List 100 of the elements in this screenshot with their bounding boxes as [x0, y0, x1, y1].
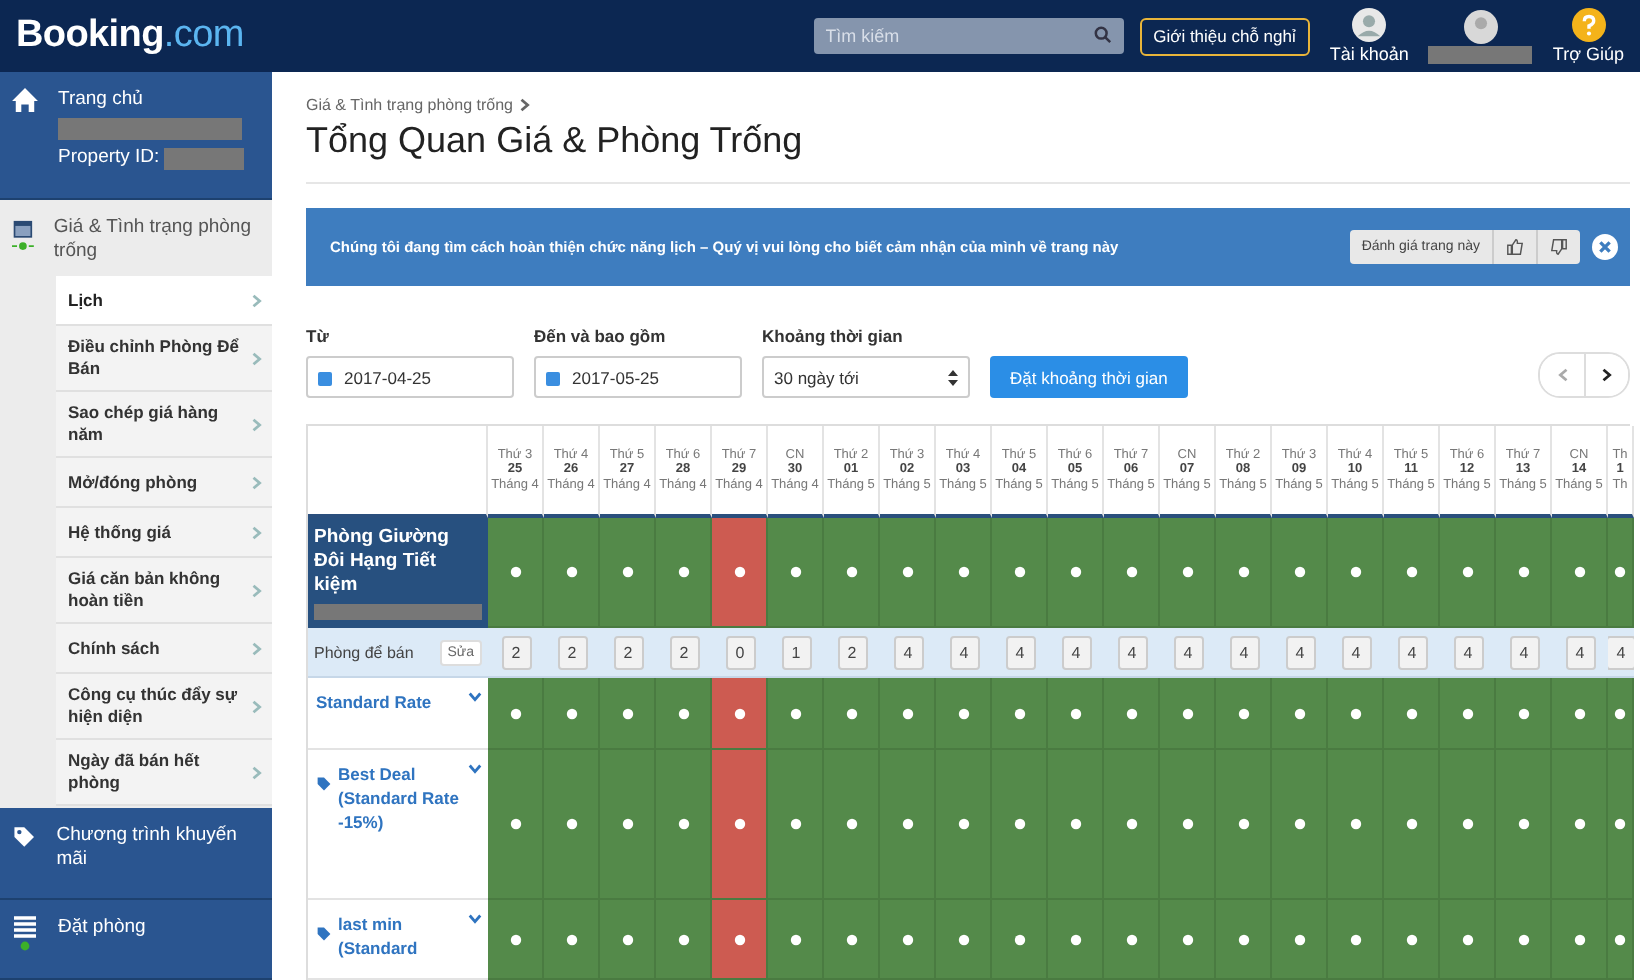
next-button[interactable]	[1584, 354, 1628, 396]
availability-cell[interactable]	[600, 900, 656, 980]
submenu-item[interactable]: Mở/đóng phòng	[56, 458, 272, 508]
rooms-count[interactable]: 2	[557, 635, 587, 669]
availability-cell[interactable]	[1440, 900, 1496, 980]
submenu-item[interactable]: Giá căn bản không hoàn tiền	[56, 558, 272, 624]
rooms-count[interactable]: 4	[1608, 635, 1634, 669]
submenu-item[interactable]: Ngày đã bán hết phòng	[56, 740, 272, 806]
availability-cell[interactable]	[936, 750, 992, 900]
availability-cell[interactable]	[1552, 750, 1608, 900]
availability-cell[interactable]	[1104, 678, 1160, 750]
availability-cell[interactable]	[488, 678, 544, 750]
home-icon[interactable]	[12, 88, 38, 112]
availability-cell[interactable]	[488, 518, 544, 628]
help-label[interactable]: Trợ Giúp	[1552, 44, 1624, 64]
availability-cell[interactable]	[656, 518, 712, 628]
availability-cell[interactable]	[1104, 518, 1160, 628]
list-property-button[interactable]: Giới thiệu chỗ nghỉ	[1139, 17, 1310, 55]
availability-cell[interactable]	[768, 678, 824, 750]
rooms-count[interactable]: 4	[949, 635, 979, 669]
availability-cell[interactable]	[1272, 518, 1328, 628]
submenu-item[interactable]: Điều chỉnh Phòng Để Bán	[56, 326, 272, 392]
availability-cell[interactable]	[1216, 518, 1272, 628]
availability-cell[interactable]	[1552, 900, 1608, 980]
availability-cell[interactable]	[1272, 750, 1328, 900]
availability-cell[interactable]	[1384, 518, 1440, 628]
rooms-count[interactable]: 2	[669, 635, 699, 669]
availability-cell[interactable]	[1160, 750, 1216, 900]
availability-cell[interactable]	[1216, 900, 1272, 980]
availability-cell[interactable]	[1328, 750, 1384, 900]
availability-cell[interactable]	[768, 518, 824, 628]
availability-cell[interactable]	[1160, 518, 1216, 628]
availability-cell[interactable]	[1160, 900, 1216, 980]
rooms-count[interactable]: 4	[1173, 635, 1203, 669]
availability-cell[interactable]	[712, 678, 768, 750]
rooms-count[interactable]: 2	[613, 635, 643, 669]
account-icon[interactable]	[1352, 8, 1387, 42]
availability-cell[interactable]	[824, 678, 880, 750]
availability-cell[interactable]	[1608, 518, 1634, 628]
availability-cell[interactable]	[936, 678, 992, 750]
availability-cell[interactable]	[1552, 518, 1608, 628]
submenu-item[interactable]: Lịch	[56, 276, 272, 326]
availability-cell[interactable]	[880, 518, 936, 628]
availability-cell[interactable]	[600, 678, 656, 750]
from-date-field[interactable]: 2017-04-25	[306, 356, 514, 398]
availability-cell[interactable]	[1048, 900, 1104, 980]
tag-icon[interactable]	[12, 824, 37, 850]
submenu-item[interactable]: Hệ thống giá	[56, 508, 272, 558]
availability-cell[interactable]	[768, 750, 824, 900]
availability-cell[interactable]	[1384, 900, 1440, 980]
availability-cell[interactable]	[1272, 900, 1328, 980]
logo[interactable]: Booking.com	[16, 14, 244, 58]
availability-cell[interactable]	[1608, 678, 1634, 750]
rooms-count[interactable]: 4	[1229, 635, 1259, 669]
availability-cell[interactable]	[656, 900, 712, 980]
availability-cell[interactable]	[992, 750, 1048, 900]
availability-cell[interactable]	[1104, 750, 1160, 900]
availability-cell[interactable]	[1328, 678, 1384, 750]
availability-cell[interactable]	[1048, 678, 1104, 750]
availability-cell[interactable]	[656, 678, 712, 750]
availability-cell[interactable]	[544, 900, 600, 980]
availability-cell[interactable]	[544, 518, 600, 628]
availability-cell[interactable]	[712, 750, 768, 900]
availability-cell[interactable]	[824, 518, 880, 628]
rooms-count[interactable]: 4	[1005, 635, 1035, 669]
sidebar-link[interactable]: Đặt phòng	[58, 916, 146, 962]
rooms-count[interactable]: 4	[1397, 635, 1427, 669]
list-icon[interactable]	[12, 916, 38, 952]
availability-cell[interactable]	[936, 900, 992, 980]
home-link[interactable]: Trang chủ	[58, 88, 244, 112]
rooms-count[interactable]: 4	[1061, 635, 1091, 669]
availability-cell[interactable]	[712, 518, 768, 628]
availability-cell[interactable]	[1384, 750, 1440, 900]
rooms-count[interactable]: 4	[1453, 635, 1483, 669]
availability-cell[interactable]	[1440, 678, 1496, 750]
availability-cell[interactable]	[824, 750, 880, 900]
close-icon[interactable]	[1592, 234, 1618, 260]
availability-cell[interactable]	[712, 900, 768, 980]
availability-cell[interactable]	[936, 518, 992, 628]
rooms-count[interactable]: 4	[1285, 635, 1315, 669]
availability-cell[interactable]	[880, 678, 936, 750]
rooms-count[interactable]: 4	[1341, 635, 1371, 669]
availability-cell[interactable]	[1608, 750, 1634, 900]
rooms-count[interactable]: 2	[837, 635, 867, 669]
to-date-field[interactable]: 2017-05-25	[534, 356, 742, 398]
availability-cell[interactable]	[600, 750, 656, 900]
rooms-count[interactable]: 4	[1117, 635, 1147, 669]
availability-cell[interactable]	[1048, 518, 1104, 628]
availability-cell[interactable]	[1216, 678, 1272, 750]
section-title[interactable]: Giá & Tình trạng phòng trống	[53, 216, 260, 264]
account-label[interactable]: Tài khoản	[1329, 44, 1409, 64]
availability-cell[interactable]	[1496, 518, 1552, 628]
availability-cell[interactable]	[1496, 750, 1552, 900]
rooms-count[interactable]: 0	[725, 635, 755, 669]
availability-cell[interactable]	[488, 750, 544, 900]
availability-cell[interactable]	[880, 900, 936, 980]
avatar-icon[interactable]	[1463, 9, 1498, 43]
availability-cell[interactable]	[544, 750, 600, 900]
rate-plan-link[interactable]: Best Deal (Standard Rate -15%)	[338, 762, 462, 834]
availability-cell[interactable]	[1328, 900, 1384, 980]
